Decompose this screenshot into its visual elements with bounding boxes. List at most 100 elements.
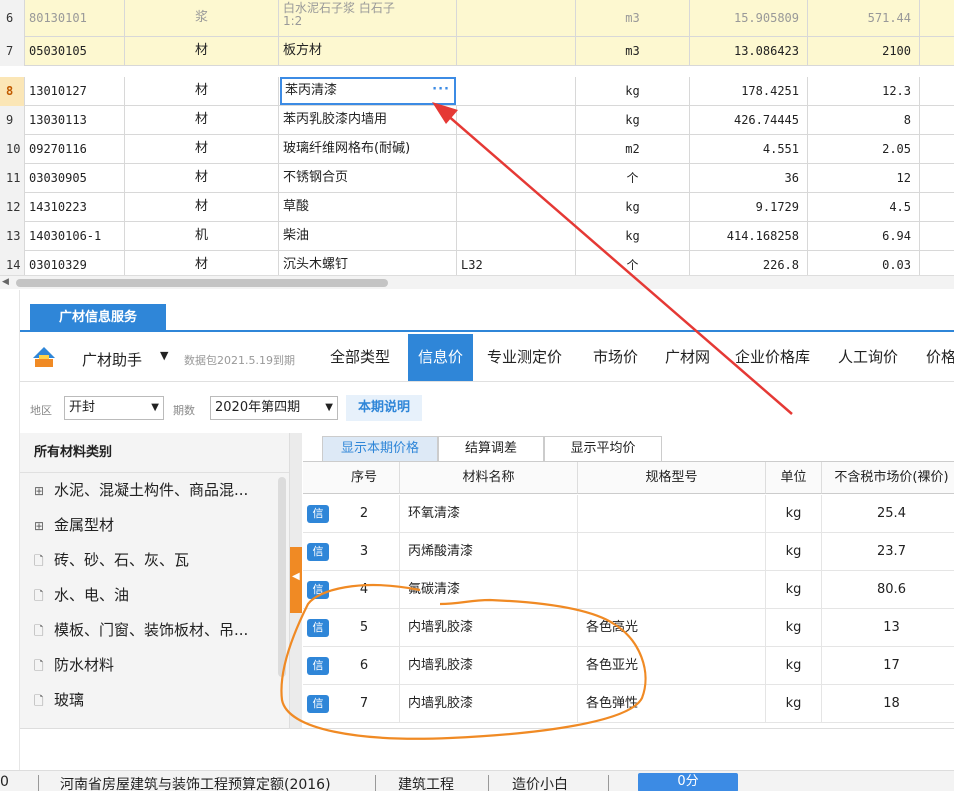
- tab-all-types[interactable]: 全部类型: [330, 334, 390, 381]
- material-spec[interactable]: [457, 164, 576, 193]
- scroll-left-icon[interactable]: ◀: [2, 277, 9, 287]
- material-price[interactable]: 2.05: [808, 135, 920, 164]
- material-qty[interactable]: 178.4251: [690, 77, 808, 106]
- table-row[interactable]: 信 6 内墙乳胶漆 各色亚光 kg 17: [303, 647, 954, 685]
- material-name[interactable]: 不锈钢合页: [279, 164, 457, 193]
- material-spec[interactable]: [457, 222, 576, 251]
- material-name-editor[interactable]: 苯丙清漆 ···: [280, 77, 456, 105]
- material-type[interactable]: 材: [125, 135, 279, 164]
- material-type[interactable]: 材: [125, 251, 279, 275]
- col-header-seq[interactable]: 序号: [303, 462, 400, 494]
- tab-manual-inquiry[interactable]: 人工询价: [838, 334, 898, 381]
- material-code[interactable]: 05030105: [25, 37, 125, 66]
- status-user[interactable]: 造价小白: [512, 774, 568, 791]
- grid-cell[interactable]: [920, 77, 954, 106]
- material-spec[interactable]: [457, 135, 576, 164]
- material-spec[interactable]: [457, 37, 576, 66]
- col-header-name[interactable]: 材料名称: [400, 462, 578, 494]
- tree-item-waterproof[interactable]: 🗋 防水材料: [20, 648, 289, 683]
- material-qty[interactable]: 9.1729: [690, 193, 808, 222]
- assistant-dropdown-caret-icon[interactable]: ▼: [160, 349, 168, 362]
- material-unit[interactable]: kg: [576, 77, 690, 106]
- grid-row[interactable]: 12 14310223 材 草酸 kg 9.1729 4.5: [0, 193, 954, 222]
- grid-cell[interactable]: [920, 37, 954, 66]
- horizontal-scrollbar[interactable]: ◀: [0, 275, 954, 289]
- grid-cell[interactable]: [920, 222, 954, 251]
- grid-cell[interactable]: [920, 251, 954, 275]
- material-price[interactable]: 2100: [808, 37, 920, 66]
- grid-row[interactable]: 7 05030105 材 板方材 m3 13.086423 2100: [0, 37, 954, 66]
- material-unit[interactable]: 个: [576, 251, 690, 275]
- score-button[interactable]: 0分: [638, 773, 738, 791]
- material-unit[interactable]: m3: [576, 0, 690, 37]
- material-price[interactable]: 12: [808, 164, 920, 193]
- tab-market-price[interactable]: 市场价: [593, 334, 638, 381]
- expand-icon[interactable]: ⊞: [34, 474, 48, 508]
- material-code[interactable]: 13010127: [25, 77, 125, 106]
- grid-row[interactable]: 9 13030113 材 苯丙乳胶漆内墙用 kg 426.74445 8: [0, 106, 954, 135]
- scrollbar-thumb[interactable]: [16, 279, 388, 287]
- tab-info-service[interactable]: 广材信息服务: [30, 304, 166, 332]
- material-qty[interactable]: 15.905809: [690, 0, 808, 37]
- material-unit[interactable]: m3: [576, 37, 690, 66]
- grid-row[interactable]: 11 03030905 材 不锈钢合页 个 36 12: [0, 164, 954, 193]
- tree-item-metal[interactable]: ⊞ 金属型材: [20, 508, 289, 543]
- material-name[interactable]: 草酸: [279, 193, 457, 222]
- material-type[interactable]: 材: [125, 193, 279, 222]
- material-qty[interactable]: 13.086423: [690, 37, 808, 66]
- material-qty[interactable]: 426.74445: [690, 106, 808, 135]
- material-spec[interactable]: [457, 106, 576, 135]
- col-header-spec[interactable]: 规格型号: [578, 462, 766, 494]
- material-name[interactable]: 玻璃纤维网格布(耐碱): [279, 135, 457, 164]
- table-row[interactable]: 信 4 氟碳清漆 kg 80.6: [303, 571, 954, 609]
- material-price[interactable]: 8: [808, 106, 920, 135]
- tab-enterprise-price-lib[interactable]: 企业价格库: [735, 334, 810, 381]
- grid-row[interactable]: 14 03010329 材 沉头木螺钉 L32 个 226.8 0.03: [0, 251, 954, 275]
- material-spec[interactable]: L32: [457, 251, 576, 275]
- material-price[interactable]: 12.3: [808, 77, 920, 106]
- expand-icon[interactable]: ⊞: [34, 509, 48, 543]
- material-type[interactable]: 机: [125, 222, 279, 251]
- grid-row[interactable]: 10 09270116 材 玻璃纤维网格布(耐碱) m2 4.551 2.05: [0, 135, 954, 164]
- material-unit[interactable]: kg: [576, 193, 690, 222]
- grid-cell[interactable]: [920, 135, 954, 164]
- material-code[interactable]: 03030905: [25, 164, 125, 193]
- grid-row[interactable]: 13 14030106-1 机 柴油 kg 414.168258 6.94: [0, 222, 954, 251]
- tab-price-more[interactable]: 价格: [926, 334, 954, 381]
- material-name[interactable]: 板方材: [279, 37, 457, 66]
- material-code[interactable]: 13030113: [25, 106, 125, 135]
- grid-cell[interactable]: [920, 164, 954, 193]
- grid-row-selected[interactable]: 8 13010127 材 kg 178.4251 12.3 苯丙清漆 ···: [0, 77, 954, 106]
- table-row[interactable]: 信 2 环氧清漆 kg 25.4: [303, 495, 954, 533]
- material-price[interactable]: 571.44: [808, 0, 920, 37]
- more-options-button[interactable]: ···: [432, 79, 450, 101]
- collapse-handle[interactable]: ◀: [290, 547, 302, 613]
- table-row[interactable]: 信 3 丙烯酸清漆 kg 23.7: [303, 533, 954, 571]
- material-spec[interactable]: [457, 193, 576, 222]
- tree-item-glass[interactable]: 🗋 玻璃: [20, 683, 289, 718]
- material-price[interactable]: 6.94: [808, 222, 920, 251]
- material-name[interactable]: 沉头木螺钉: [279, 251, 457, 275]
- period-select[interactable]: 2020年第四期 ▼: [210, 396, 338, 420]
- material-type[interactable]: 材: [125, 106, 279, 135]
- material-code[interactable]: 14030106-1: [25, 222, 125, 251]
- tree-item-water-power[interactable]: 🗋 水、电、油: [20, 578, 289, 613]
- material-type[interactable]: 材: [125, 37, 279, 66]
- tab-average-price[interactable]: 显示平均价: [544, 436, 662, 461]
- col-header-unit[interactable]: 单位: [766, 462, 822, 494]
- tree-item-cement[interactable]: ⊞ 水泥、混凝土构件、商品混...: [20, 473, 289, 508]
- material-name[interactable]: 白水泥石子浆 白石子 1:2: [279, 0, 457, 37]
- grid-row[interactable]: 6 80130101 浆 白水泥石子浆 白石子 1:2 m3 15.905809 …: [0, 0, 954, 37]
- material-unit[interactable]: 个: [576, 164, 690, 193]
- material-qty[interactable]: 4.551: [690, 135, 808, 164]
- material-unit[interactable]: kg: [576, 222, 690, 251]
- material-type[interactable]: 材: [125, 77, 279, 106]
- material-code[interactable]: 14310223: [25, 193, 125, 222]
- status-category[interactable]: 建筑工程: [398, 774, 454, 791]
- material-price[interactable]: 4.5: [808, 193, 920, 222]
- material-qty[interactable]: 226.8: [690, 251, 808, 275]
- grid-cell[interactable]: [920, 0, 954, 37]
- material-unit[interactable]: kg: [576, 106, 690, 135]
- assistant-label[interactable]: 广材助手: [82, 349, 142, 370]
- material-qty[interactable]: 36: [690, 164, 808, 193]
